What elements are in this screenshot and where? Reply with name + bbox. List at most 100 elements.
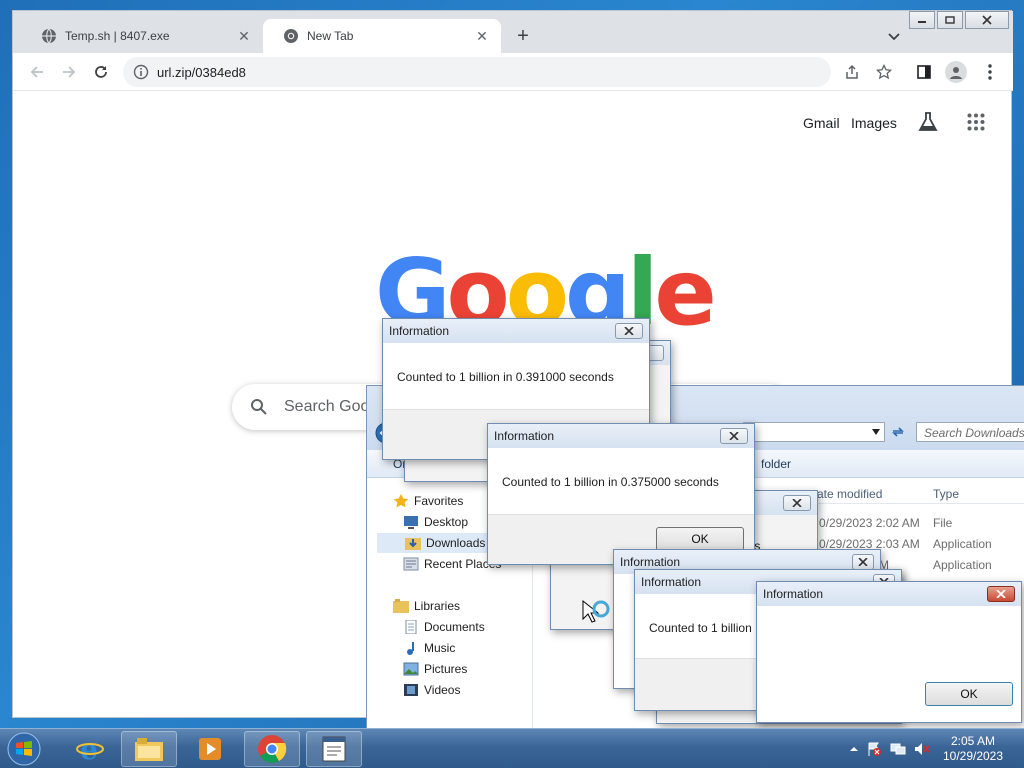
media-player-icon bbox=[199, 738, 221, 760]
videos-icon bbox=[404, 684, 418, 696]
back-button[interactable] bbox=[27, 62, 47, 82]
tab-new-tab[interactable]: New Tab ✕ bbox=[263, 19, 501, 53]
file-date: 0/29/2023 2:02 AM bbox=[819, 516, 920, 530]
pictures-icon bbox=[403, 662, 419, 676]
taskbar-clock[interactable]: 2:05 AM 10/29/2023 bbox=[932, 734, 1014, 764]
new-tab-button[interactable]: + bbox=[511, 25, 535, 49]
dialog-footer: OK bbox=[757, 676, 1021, 722]
info-dialog: Information Counted to 1 billion in 0.37… bbox=[487, 423, 755, 565]
gmail-link[interactable]: Gmail bbox=[803, 115, 840, 131]
column-type[interactable]: Type bbox=[933, 487, 959, 501]
star-icon bbox=[393, 494, 409, 508]
nav-desktop[interactable]: Desktop bbox=[403, 512, 468, 532]
profile-button[interactable] bbox=[945, 61, 967, 83]
nav-label: Pictures bbox=[424, 662, 468, 676]
dialog-title: Information bbox=[389, 324, 450, 338]
dialog-close-button[interactable] bbox=[987, 586, 1015, 602]
nav-pictures[interactable]: Pictures bbox=[403, 659, 467, 679]
nav-documents[interactable]: Documents bbox=[403, 617, 485, 637]
address-field[interactable] bbox=[743, 422, 885, 442]
close-icon bbox=[624, 327, 634, 335]
info-icon[interactable] bbox=[133, 64, 149, 80]
dialog-title: Information bbox=[494, 429, 555, 443]
nav-label: Favorites bbox=[414, 494, 464, 508]
taskbar-media-player[interactable] bbox=[182, 731, 238, 767]
nav-label: Libraries bbox=[414, 599, 461, 613]
close-tab-icon[interactable]: ✕ bbox=[235, 27, 253, 45]
console-app-icon bbox=[322, 736, 346, 762]
tab-strip: Temp.sh | 8407.exe ✕ New Tab ✕ + bbox=[13, 11, 1013, 53]
column-date-modified[interactable]: ate modified bbox=[817, 487, 882, 501]
taskbar: e 2:05 AM 10/29/2023 bbox=[0, 728, 1024, 768]
new-folder-button[interactable]: folder bbox=[761, 457, 791, 471]
forward-button[interactable] bbox=[59, 62, 79, 82]
dialog-close-button[interactable] bbox=[720, 428, 748, 444]
action-center-flag-icon[interactable] bbox=[866, 741, 882, 757]
taskbar-app-window[interactable] bbox=[306, 731, 362, 767]
internet-explorer-icon: e bbox=[76, 734, 104, 764]
chevron-down-icon[interactable] bbox=[885, 27, 903, 45]
chrome-icon bbox=[284, 29, 298, 43]
libraries-icon bbox=[393, 599, 409, 613]
busy-cursor-icon bbox=[582, 599, 610, 623]
dialog-title: Information bbox=[641, 575, 702, 589]
restore-icon bbox=[945, 16, 955, 24]
clock-time: 2:05 AM bbox=[950, 734, 996, 748]
refresh-arrows-icon bbox=[892, 427, 904, 437]
dialog-close-button[interactable] bbox=[615, 323, 643, 339]
taskbar-chrome[interactable] bbox=[244, 731, 300, 767]
browser-toolbar: url.zip/0384ed8 bbox=[13, 53, 1013, 91]
refresh-button[interactable] bbox=[887, 422, 909, 442]
close-x-icon bbox=[792, 499, 802, 507]
dropdown-arrow-icon[interactable] bbox=[872, 429, 880, 435]
ok-button[interactable]: OK bbox=[656, 527, 744, 551]
close-icon bbox=[858, 558, 868, 566]
images-link[interactable]: Images bbox=[851, 115, 897, 131]
dialog-close-button[interactable] bbox=[852, 554, 874, 570]
close-window-button[interactable] bbox=[965, 11, 1009, 29]
nav-libraries[interactable]: Libraries bbox=[393, 596, 460, 616]
window-controls bbox=[907, 11, 1009, 29]
globe-icon bbox=[42, 28, 56, 44]
clock-date: 10/29/2023 bbox=[942, 749, 1004, 763]
documents-icon bbox=[405, 620, 417, 634]
svg-text:e: e bbox=[80, 734, 98, 764]
labs-flask-icon[interactable] bbox=[917, 111, 939, 133]
close-icon bbox=[996, 590, 1006, 598]
file-type: Application bbox=[933, 558, 992, 572]
start-button[interactable] bbox=[4, 731, 44, 767]
close-tab-icon[interactable]: ✕ bbox=[473, 27, 491, 45]
nav-favorites[interactable]: Favorites bbox=[393, 491, 463, 511]
arrow-right-icon bbox=[63, 66, 76, 78]
maximize-button[interactable] bbox=[937, 11, 963, 29]
network-icon[interactable] bbox=[890, 741, 906, 757]
arrow-left-icon bbox=[30, 66, 43, 78]
search-downloads-field[interactable]: Search Downloads bbox=[916, 422, 1024, 442]
ok-button[interactable]: OK bbox=[925, 682, 1013, 706]
bookmark-button[interactable] bbox=[875, 63, 893, 81]
close-icon[interactable] bbox=[783, 495, 811, 511]
menu-button[interactable] bbox=[981, 63, 999, 81]
logo-letter: e bbox=[654, 239, 716, 346]
minimize-button[interactable] bbox=[909, 11, 935, 29]
reload-icon bbox=[95, 66, 107, 78]
nav-music[interactable]: Music bbox=[403, 638, 455, 658]
file-type: Application bbox=[933, 537, 992, 551]
dialog-message: Counted to 1 billion in 0.375000 seconds bbox=[502, 475, 719, 489]
taskbar-explorer[interactable] bbox=[121, 731, 177, 767]
volume-muted-icon[interactable] bbox=[914, 741, 930, 757]
nav-videos[interactable]: Videos bbox=[403, 680, 460, 700]
taskbar-ie[interactable]: e bbox=[62, 731, 118, 767]
reload-button[interactable] bbox=[91, 62, 111, 82]
address-bar[interactable]: url.zip/0384ed8 bbox=[123, 57, 831, 87]
share-button[interactable] bbox=[843, 63, 861, 81]
dialog-title: Information bbox=[620, 555, 681, 569]
more-vert-icon bbox=[988, 64, 992, 80]
star-icon bbox=[876, 64, 892, 80]
share-icon bbox=[846, 64, 858, 79]
show-hidden-icons-icon[interactable] bbox=[846, 741, 862, 757]
tab-temp-sh[interactable]: Temp.sh | 8407.exe ✕ bbox=[21, 19, 263, 53]
side-panel-button[interactable] bbox=[915, 63, 933, 81]
search-icon bbox=[251, 399, 267, 415]
apps-grid-icon[interactable] bbox=[967, 113, 985, 131]
